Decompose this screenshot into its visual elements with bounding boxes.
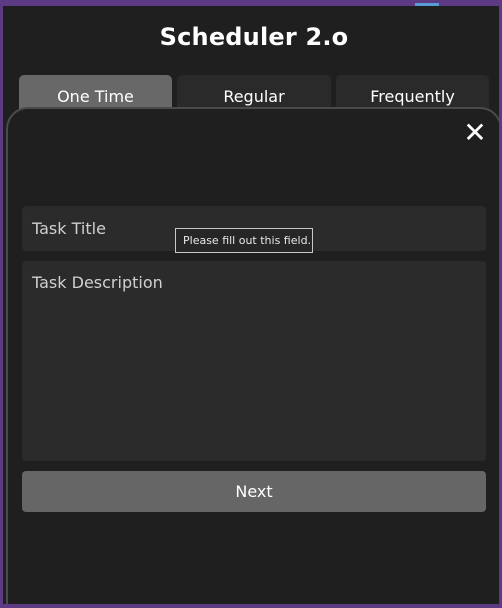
close-icon[interactable]: ✕ [461, 119, 489, 147]
app-title: Scheduler 2.o [159, 23, 349, 51]
validation-tooltip: Please fill out this field. [175, 228, 313, 253]
taskbar-badge [415, 3, 439, 6]
next-button[interactable]: Next [22, 471, 486, 512]
app-window: Scheduler 2.o One Time Regular Frequentl… [0, 0, 502, 608]
task-description-input[interactable]: Task Description [22, 261, 486, 461]
task-description-placeholder: Task Description [32, 273, 163, 292]
task-title-placeholder: Task Title [32, 219, 106, 238]
